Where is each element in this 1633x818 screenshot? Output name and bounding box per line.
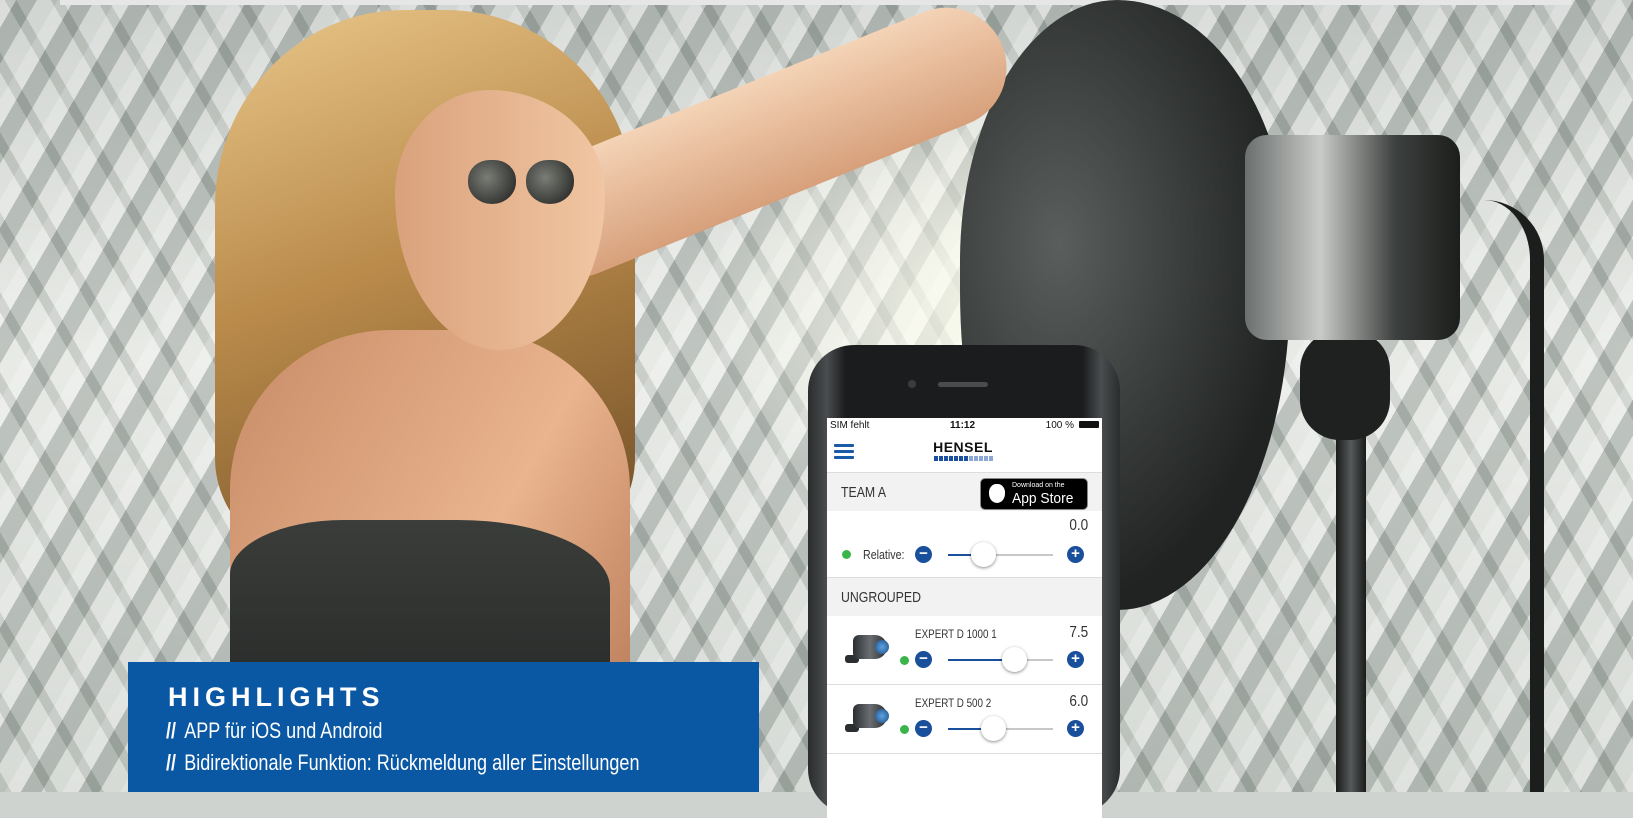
relative-label: Relative: [863, 547, 905, 562]
app-header: HENSEL [827, 434, 1102, 473]
slider-thumb[interactable] [1002, 647, 1028, 672]
minus-icon[interactable]: − [915, 720, 932, 737]
device-value: 6.0 [1069, 693, 1088, 710]
ungrouped-label: UNGROUPED [841, 589, 921, 606]
device-value: 7.5 [1069, 624, 1088, 641]
sunglasses [468, 160, 578, 210]
plus-icon[interactable]: + [1067, 651, 1084, 668]
apple-icon [989, 484, 1005, 503]
hamburger-menu-icon[interactable] [834, 444, 854, 460]
online-indicator [900, 656, 909, 665]
highlights-title: HIGHLIGHTS [168, 682, 385, 712]
bullet-slash: // [166, 718, 177, 743]
studio-strobe [1245, 135, 1460, 340]
flash-unit-icon [845, 633, 889, 665]
device-name: EXPERT D 1000 1 [915, 627, 997, 641]
phone-mockup: SIM fehlt 11:12 100 % HENSEL TEAM A Down… [808, 345, 1120, 818]
strobe-mount [1300, 330, 1390, 440]
status-bar: SIM fehlt 11:12 100 % [827, 418, 1102, 434]
highlight-item: // APP für iOS und Android [166, 718, 382, 744]
logo-bar [932, 456, 994, 461]
highlight-item: // Bidirektionale Funktion: Rückmeldung a… [166, 750, 639, 776]
carrier-text: SIM fehlt [830, 420, 870, 431]
device-row[interactable]: EXPERT D 500 2 6.0 − + [827, 685, 1102, 754]
light-stand [1336, 420, 1366, 792]
power-slider[interactable] [948, 659, 1053, 661]
online-indicator [842, 550, 851, 559]
team-section-header[interactable]: TEAM A Download on the App Store [827, 473, 1102, 511]
bullet-slash: // [166, 750, 177, 775]
plus-icon[interactable]: + [1067, 546, 1084, 563]
highlights-box: HIGHLIGHTS // APP für iOS und Android // B… [128, 662, 759, 792]
top-strip [60, 0, 1572, 5]
battery-icon [1079, 421, 1099, 428]
device-name: EXPERT D 500 2 [915, 696, 992, 710]
battery-text: 100 % [1045, 420, 1074, 431]
team-label: TEAM A [841, 484, 887, 501]
earpiece-speaker [938, 382, 988, 387]
front-camera [908, 380, 916, 388]
device-row[interactable]: EXPERT D 1000 1 7.5 − + [827, 616, 1102, 685]
phone-screen: SIM fehlt 11:12 100 % HENSEL TEAM A Down… [827, 418, 1102, 818]
hensel-logo: HENSEL [932, 439, 994, 461]
ungrouped-section-header[interactable]: UNGROUPED [827, 578, 1102, 616]
clock-text: 11:12 [950, 420, 976, 431]
highlight-text: APP für iOS und Android [184, 718, 383, 743]
logo-text: HENSEL [933, 439, 993, 455]
flash-unit-icon [845, 702, 889, 734]
plus-icon[interactable]: + [1067, 720, 1084, 737]
relative-slider[interactable] [948, 554, 1053, 556]
online-indicator [900, 725, 909, 734]
slider-thumb[interactable] [970, 542, 996, 567]
badge-big-text: App Store [1012, 490, 1074, 507]
minus-icon[interactable]: − [915, 651, 932, 668]
team-value: 0.0 [1069, 517, 1088, 534]
highlight-text: Bidirektionale Funktion: Rückmeldung all… [184, 750, 640, 775]
app-store-badge[interactable]: Download on the App Store [980, 478, 1088, 510]
minus-icon[interactable]: − [915, 546, 932, 563]
team-relative-row: 0.0 Relative: − + [827, 511, 1102, 578]
slider-thumb[interactable] [981, 716, 1007, 741]
badge-small-text: Download on the [1012, 482, 1065, 489]
